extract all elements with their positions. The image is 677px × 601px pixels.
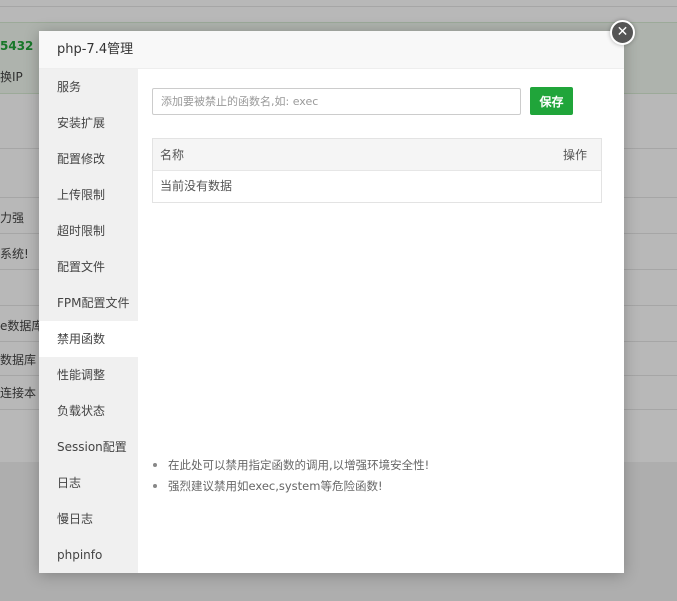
save-button[interactable]: 保存 [530,87,573,115]
tip-item: 强烈建议禁用如exec,system等危险函数! [152,476,429,497]
disabled-functions-panel: 保存 名称 操作 当前没有数据 在此处可以禁用指定函数的调用,以增强环境安全性!… [138,69,624,573]
tip-item: 在此处可以禁用指定函数的调用,以增强环境安全性! [152,455,429,476]
sidebar-item-install-extension[interactable]: 安装扩展 [39,105,138,141]
php-manager-modal: php-7.4管理 服务 安装扩展 配置修改 上传限制 超时限制 配置文件 FP… [39,31,624,573]
sidebar-item-upload-limit[interactable]: 上传限制 [39,177,138,213]
tips-list: 在此处可以禁用指定函数的调用,以增强环境安全性! 强烈建议禁用如exec,sys… [152,455,429,497]
sidebar-item-disabled-functions[interactable]: 禁用函数 [39,321,138,357]
close-icon[interactable]: ✕ [610,20,635,45]
sidebar-item-log[interactable]: 日志 [39,465,138,501]
sidebar-item-phpinfo[interactable]: phpinfo [39,537,138,573]
bullet-icon [153,462,157,467]
tip-text: 强烈建议禁用如exec,system等危险函数! [168,479,383,493]
sidebar-item-service[interactable]: 服务 [39,69,138,105]
sidebar-item-fpm-config-file[interactable]: FPM配置文件 [39,285,138,321]
column-header-action: 操作 [562,148,587,162]
table-header: 名称 操作 [153,139,601,171]
sidebar-item-load-status[interactable]: 负载状态 [39,393,138,429]
sidebar-item-timeout-limit[interactable]: 超时限制 [39,213,138,249]
sidebar-item-config-modify[interactable]: 配置修改 [39,141,138,177]
sidebar-item-session-config[interactable]: Session配置 [39,429,138,465]
modal-title: php-7.4管理 [39,31,624,69]
tip-text: 在此处可以禁用指定函数的调用,以增强环境安全性! [168,458,430,472]
sidebar-item-config-file[interactable]: 配置文件 [39,249,138,285]
sidebar-item-performance-tuning[interactable]: 性能调整 [39,357,138,393]
sidebar-item-slow-log[interactable]: 慢日志 [39,501,138,537]
disabled-functions-table: 名称 操作 当前没有数据 [152,138,602,203]
function-name-input[interactable] [152,88,521,115]
bullet-icon [153,483,157,488]
modal-sidebar: 服务 安装扩展 配置修改 上传限制 超时限制 配置文件 FPM配置文件 禁用函数… [39,69,138,573]
table-empty-row: 当前没有数据 [160,179,233,193]
modal-body: 服务 安装扩展 配置修改 上传限制 超时限制 配置文件 FPM配置文件 禁用函数… [39,69,624,573]
column-header-name: 名称 [160,148,185,162]
